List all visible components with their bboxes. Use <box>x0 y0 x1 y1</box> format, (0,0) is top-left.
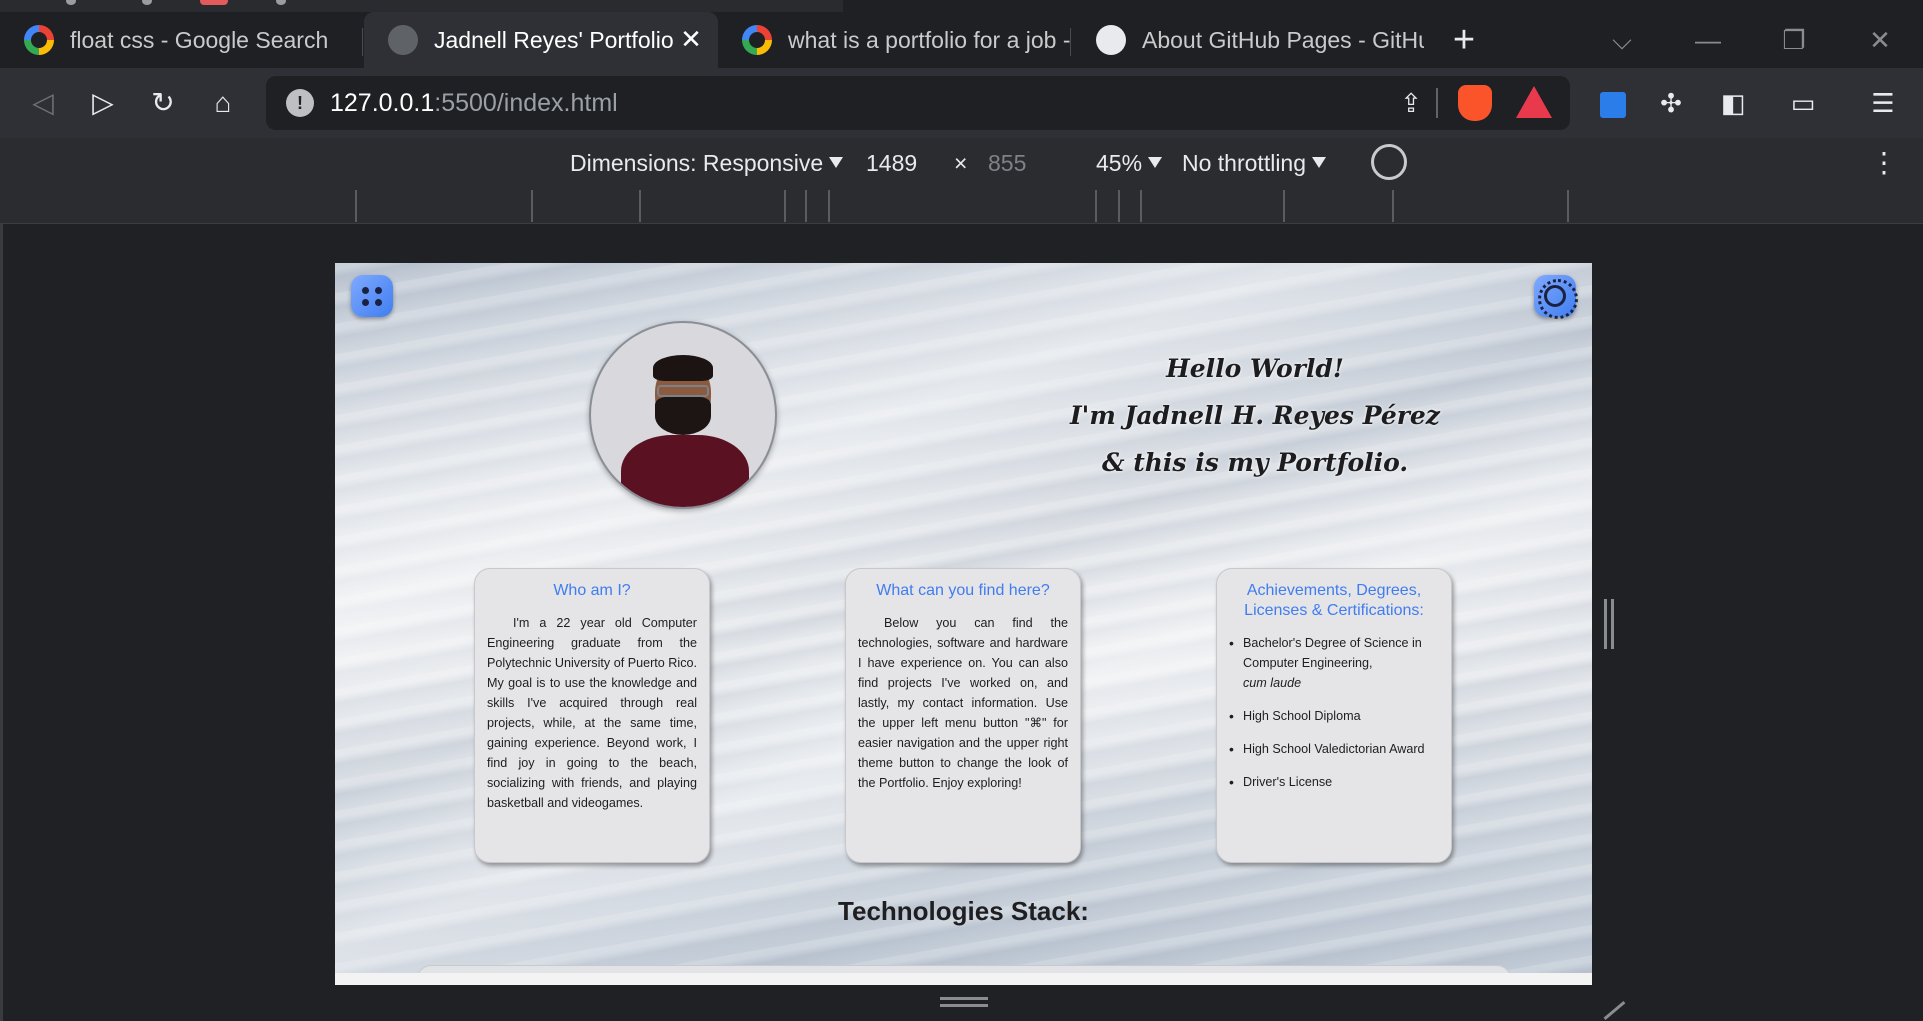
url-separator <box>1436 88 1438 118</box>
portfolio-page: Hello World! I'm Jadnell H. Reyes Pérez … <box>335 263 1592 985</box>
times-label: × <box>954 150 968 176</box>
rotate-icon[interactable] <box>1363 136 1415 188</box>
menu-icon[interactable]: ☰ <box>1862 82 1904 124</box>
profile-photo <box>589 321 777 509</box>
tab-list-chevron-icon[interactable]: ⌵ <box>1602 20 1642 60</box>
tab-title: Jadnell Reyes' Portfolio <box>434 26 674 53</box>
browser-toolbar: ◁ ▷ ↻ ⌂ ! 127.0.0.1:5500/index.html ⇪ ✣ … <box>0 68 1923 138</box>
sidebar-icon[interactable]: ◧ <box>1712 82 1754 124</box>
extension-blue-icon[interactable] <box>1592 82 1634 124</box>
tab-github-pages[interactable]: About GitHub Pages - GitHul <box>1072 12 1424 68</box>
chevron-down-icon <box>829 157 844 168</box>
greeting-line: Hello World! <box>1166 354 1344 383</box>
more-options-icon[interactable]: ⋮ <box>1870 146 1898 180</box>
achievements-list: Bachelor's Degree of Science in Computer… <box>1229 633 1439 792</box>
address-bar[interactable]: ! 127.0.0.1:5500/index.html ⇪ <box>266 76 1570 130</box>
brave-rewards-icon[interactable] <box>1516 86 1552 118</box>
card-who-am-i: Who am I? I'm a 22 year old Computer Eng… <box>474 568 710 863</box>
section-heading: Technologies Stack: <box>838 896 1089 926</box>
decorative-dots <box>60 0 320 6</box>
dimensions-dropdown[interactable]: Dimensions: Responsive <box>570 150 844 177</box>
card-title: Achievements, Degrees, Licenses & Certif… <box>1244 582 1424 619</box>
tab-separator <box>362 28 363 56</box>
chevron-down-icon <box>1312 157 1327 168</box>
brave-shields-icon[interactable] <box>1458 85 1492 121</box>
navigation-menu-button[interactable] <box>351 275 393 317</box>
dimensions-label: Dimensions: Responsive <box>570 150 824 176</box>
list-item: High School Diploma <box>1229 706 1439 726</box>
throttling-label: No throttling <box>1182 150 1307 176</box>
forward-icon[interactable]: ▷ <box>82 82 124 124</box>
tab-google-search[interactable]: float css - Google Search <box>0 12 360 68</box>
url-host: 127.0.0.1 <box>330 89 435 117</box>
card-body: Below you can find the technologies, sof… <box>858 616 1068 790</box>
share-icon[interactable]: ⇪ <box>1392 84 1430 122</box>
google-icon <box>742 25 772 55</box>
throttling-dropdown[interactable]: No throttling <box>1182 150 1327 177</box>
restore-icon[interactable]: ❐ <box>1774 20 1814 60</box>
card-achievements: Achievements, Degrees, Licenses & Certif… <box>1216 568 1452 863</box>
list-item: Driver's License <box>1229 772 1439 792</box>
viewport-edge <box>0 224 3 1021</box>
list-item: High School Valedictorian Award <box>1229 739 1439 759</box>
list-item-text: Bachelor's Degree of Science in Computer… <box>1243 636 1422 670</box>
sun-icon <box>1538 279 1578 319</box>
resize-handle-right[interactable] <box>1604 599 1614 649</box>
home-icon[interactable]: ⌂ <box>202 82 244 124</box>
url-path: :5500/index.html <box>434 89 618 117</box>
card-what-can-you-find: What can you find here? Below you can fi… <box>845 568 1081 863</box>
tab-title: what is a portfolio for a job - <box>788 26 1070 53</box>
tab-title: float css - Google Search <box>70 26 329 53</box>
list-item-note: cum laude <box>1243 676 1302 690</box>
card-title: What can you find here? <box>876 582 1050 599</box>
width-input[interactable]: 1489 <box>866 150 917 177</box>
extensions-puzzle-icon[interactable]: ✣ <box>1650 82 1692 124</box>
tab-title: About GitHub Pages - GitHul <box>1142 26 1424 53</box>
wallet-icon[interactable]: ▭ <box>1782 82 1824 124</box>
url-text[interactable]: 127.0.0.1:5500/index.html <box>330 89 618 118</box>
new-tab-button[interactable]: + <box>1446 20 1482 60</box>
zoom-dropdown[interactable]: 45% <box>1096 150 1163 177</box>
back-icon[interactable]: ◁ <box>22 82 64 124</box>
resize-handle-bottom[interactable] <box>940 997 988 1007</box>
google-icon <box>24 25 54 55</box>
page-bottom-edge <box>335 973 1592 985</box>
github-icon <box>1096 25 1126 55</box>
device-toolbar: Dimensions: Responsive 1489 × 855 45% No… <box>0 136 1923 188</box>
media-query-ruler <box>0 188 1923 224</box>
theme-toggle-button[interactable] <box>1534 275 1578 319</box>
tab-portfolio[interactable]: Jadnell Reyes' Portfolio ✕ <box>364 12 718 68</box>
card-title: Who am I? <box>553 582 631 599</box>
close-window-icon[interactable]: ✕ <box>1860 20 1900 60</box>
reload-icon[interactable]: ↻ <box>142 82 184 124</box>
list-item: Bachelor's Degree of Science in Computer… <box>1229 633 1439 693</box>
close-tab-icon[interactable]: ✕ <box>678 26 704 52</box>
minimize-icon[interactable]: — <box>1688 20 1728 60</box>
height-input[interactable]: 855 <box>988 150 1026 177</box>
site-info-icon[interactable]: ! <box>286 89 314 117</box>
globe-icon <box>388 25 418 55</box>
chevron-down-icon <box>1148 157 1163 168</box>
greeting: Hello World! I'm Jadnell H. Reyes Pérez … <box>1035 345 1475 486</box>
grid-icon <box>361 286 383 306</box>
tab-separator <box>1070 28 1071 56</box>
greeting-line: I'm Jadnell H. Reyes Pérez <box>1069 401 1441 430</box>
tab-portfolio-for-job[interactable]: what is a portfolio for a job - <box>718 12 1070 68</box>
tab-strip: float css - Google Search Jadnell Reyes'… <box>0 0 1923 76</box>
zoom-label: 45% <box>1096 150 1143 176</box>
greeting-line: & this is my Portfolio. <box>1101 448 1409 477</box>
window-title-strip <box>0 0 843 12</box>
card-body: I'm a 22 year old Computer Engineering g… <box>487 616 697 810</box>
